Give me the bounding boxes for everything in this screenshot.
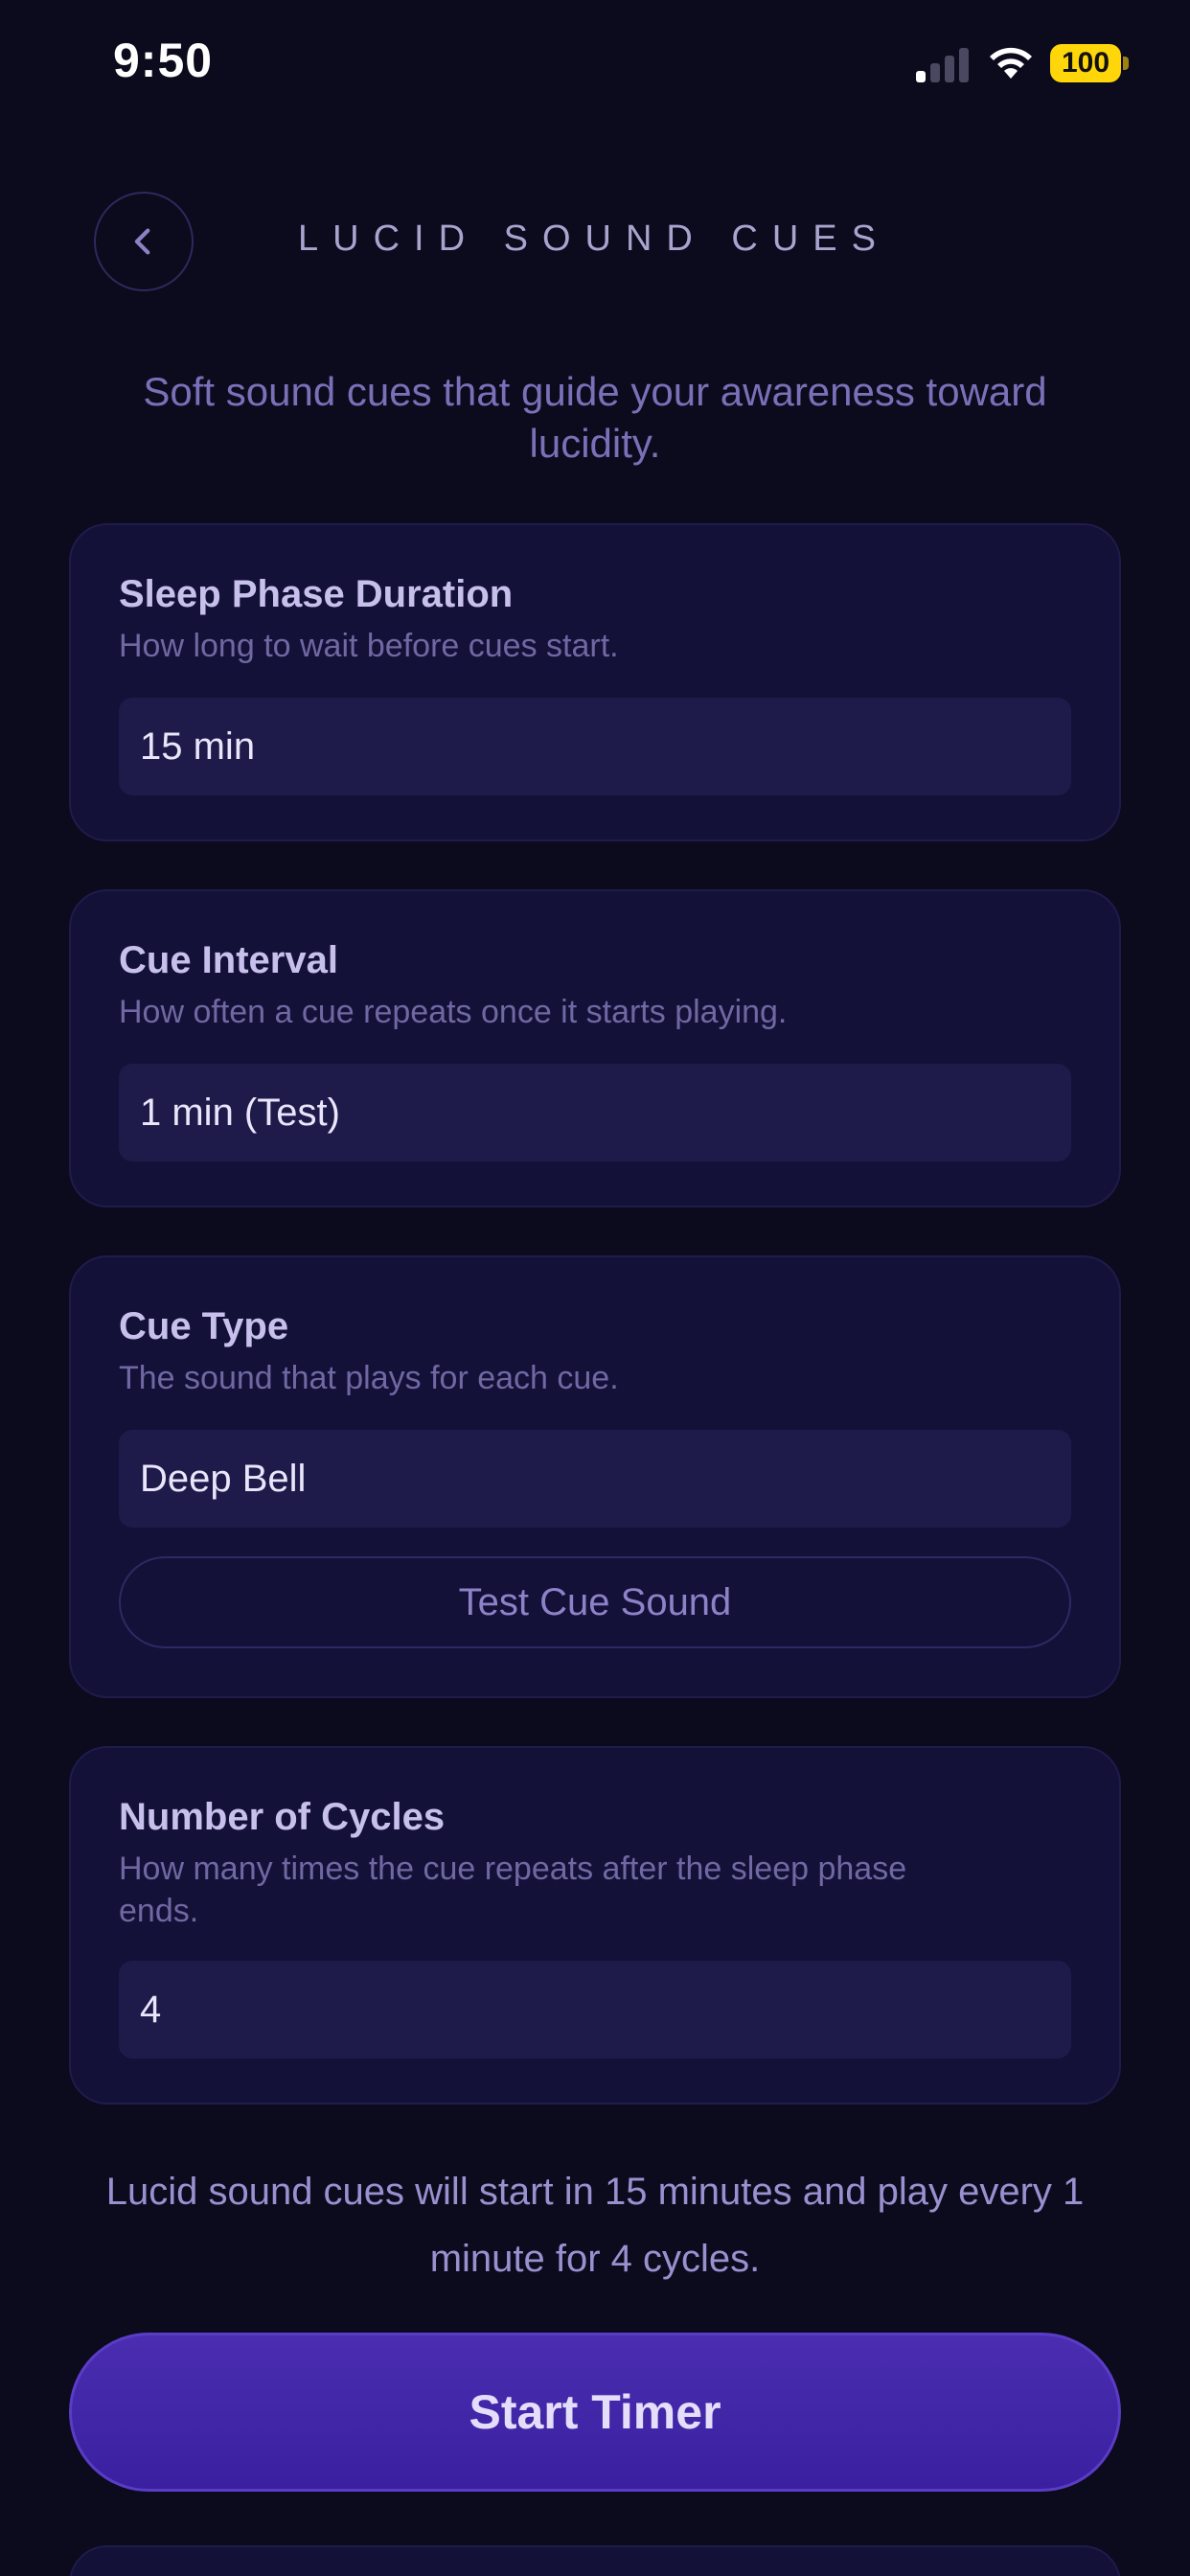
cue-type-select[interactable]: Deep Bell xyxy=(119,1430,1071,1528)
battery-icon: 100 xyxy=(1050,44,1129,82)
cue-interval-description: How often a cue repeats once it starts p… xyxy=(119,994,788,1030)
status-bar: 9:50 100 xyxy=(0,0,1190,134)
cycles-card: Number of Cycles How many times the cue … xyxy=(69,1746,1121,2104)
sleep-phase-description: How long to wait before cues start. xyxy=(119,628,619,664)
page-title: LUCID SOUND CUES xyxy=(298,218,890,259)
cue-type-card: Cue Type The sound that plays for each c… xyxy=(69,1255,1121,1698)
cycles-description: How many times the cue repeats after the… xyxy=(119,1851,907,1929)
app-screen: 9:50 100 LUCID SOUND CUES Soft sound cue… xyxy=(0,0,1190,2576)
cue-type-title: Cue Type xyxy=(119,1305,289,1347)
timer-summary: Lucid sound cues will start in 15 minute… xyxy=(105,2171,1085,2280)
status-time: 9:50 xyxy=(113,34,214,87)
cue-interval-select[interactable]: 1 min (Test) xyxy=(119,1064,1071,1162)
sleep-phase-select[interactable]: 15 min xyxy=(119,698,1071,795)
back-button[interactable] xyxy=(94,192,194,291)
chevron-left-icon xyxy=(134,228,150,255)
battery-level: 100 xyxy=(1050,44,1121,82)
sleep-phase-card: Sleep Phase Duration How long to wait be… xyxy=(69,523,1121,841)
wifi-icon xyxy=(987,42,1035,80)
cycles-select[interactable]: 4 xyxy=(119,1961,1071,2058)
cue-interval-card: Cue Interval How often a cue repeats onc… xyxy=(69,889,1121,1208)
cue-interval-title: Cue Interval xyxy=(119,939,338,981)
cellular-signal-icon xyxy=(916,46,970,82)
start-timer-button[interactable]: Start Timer xyxy=(69,2333,1121,2492)
test-cue-sound-button[interactable]: Test Cue Sound xyxy=(119,1556,1071,1648)
sleep-phase-title: Sleep Phase Duration xyxy=(119,573,514,615)
page-subtitle: Soft sound cues that guide your awarenes… xyxy=(143,369,1047,466)
cue-type-description: The sound that plays for each cue. xyxy=(119,1360,619,1396)
next-card-partial xyxy=(69,2545,1121,2576)
cycles-title: Number of Cycles xyxy=(119,1796,446,1838)
